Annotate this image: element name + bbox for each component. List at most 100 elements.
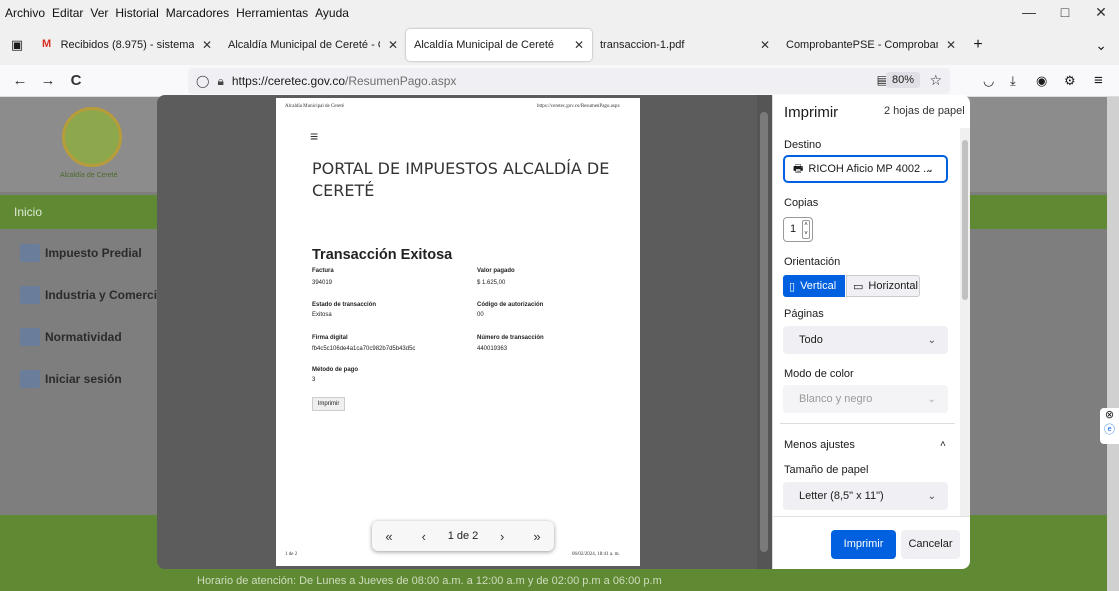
- menu-marcadores[interactable]: Marcadores: [166, 6, 229, 20]
- tab-overview-icon[interactable]: ▣: [0, 37, 34, 53]
- side-item-label: Impuesto Predial: [45, 246, 142, 260]
- pages-select[interactable]: Todo ⌄: [783, 326, 948, 354]
- tab-label: ComprobantePSE - Comprobante_F: [786, 39, 938, 51]
- close-tab-icon[interactable]: ✕: [946, 38, 956, 52]
- house-icon: [20, 244, 40, 262]
- preview-portal-title: PORTAL DE IMPUESTOS ALCALDÍA DE CERETÉ: [312, 159, 610, 200]
- destination-select[interactable]: 🖶︎ RICOH Aficio MP 4002 ... ⌄: [783, 155, 948, 183]
- extensions-icon[interactable]: ⚙: [1064, 73, 1076, 89]
- field-value: 394019: [312, 280, 333, 286]
- copies-input[interactable]: 1 ˄ ˅: [783, 217, 813, 242]
- chevron-down-icon: ⌄: [927, 334, 936, 346]
- store-icon: [20, 286, 40, 304]
- color-mode-value: Blanco y negro: [799, 393, 873, 405]
- field-label: Número de transacción: [477, 335, 544, 341]
- chevron-down-icon: ⌄: [927, 393, 936, 405]
- menu-historial[interactable]: Historial: [115, 6, 158, 20]
- field-value: Exitosa: [312, 312, 332, 318]
- close-tab-icon[interactable]: ✕: [760, 38, 770, 52]
- new-tab-button[interactable]: +: [964, 36, 992, 54]
- tab-alcaldia-cam[interactable]: Alcaldía Municipal de Cereté - Cam ✕: [220, 29, 406, 61]
- shield-icon[interactable]: ◯: [196, 74, 209, 88]
- edge-circle-icon[interactable]: ⓔ: [1100, 421, 1119, 437]
- orientacion-label: Orientación: [784, 256, 841, 268]
- side-item-label: Industria y Comercio ▾: [45, 288, 174, 302]
- bookmark-star-icon[interactable]: ☆: [929, 72, 942, 89]
- first-page-button[interactable]: «: [378, 529, 400, 544]
- paper-size-value: Letter (8,5" x 11"): [799, 490, 884, 502]
- menu-ver[interactable]: Ver: [90, 6, 108, 20]
- last-page-button[interactable]: »: [526, 529, 548, 544]
- reload-button[interactable]: C: [62, 72, 90, 89]
- url-host: https://ceretec.gov.co: [231, 74, 345, 88]
- tab-gmail[interactable]: M Recibidos (8.975) - sistemas@c ✕: [34, 29, 220, 61]
- url-bar[interactable]: ◯ 🔒︎ https://ceretec.gov.co /ResumenPago…: [188, 68, 950, 94]
- print-dialog-title: Imprimir: [784, 104, 839, 121]
- preview-footer-left: 1 de 2: [285, 552, 298, 557]
- lock-icon[interactable]: 🔒︎: [217, 74, 223, 89]
- maximize-button[interactable]: □: [1047, 0, 1083, 25]
- close-circle-icon[interactable]: ⊗: [1100, 408, 1119, 421]
- menu-archivo[interactable]: Archivo: [5, 6, 45, 20]
- tab-alcaldia-active[interactable]: Alcaldía Municipal de Cereté ✕: [406, 29, 592, 61]
- minimize-button[interactable]: —: [1011, 0, 1047, 25]
- back-button[interactable]: ←: [6, 72, 34, 89]
- orientation-horizontal[interactable]: ▭ Horizontal: [846, 275, 920, 297]
- orientation-vertical-label: Vertical: [800, 280, 837, 292]
- orientation-vertical[interactable]: ▯ Vertical: [783, 275, 845, 297]
- close-tab-icon[interactable]: ✕: [574, 38, 584, 52]
- field-value: 00: [477, 312, 484, 318]
- tab-comprobante[interactable]: ComprobantePSE - Comprobante_F ✕: [778, 29, 964, 61]
- field-value: 3: [312, 377, 316, 383]
- menu-herramientas[interactable]: Herramientas: [236, 6, 308, 20]
- destino-label: Destino: [784, 139, 822, 151]
- site-menu-inicio[interactable]: Inicio: [14, 205, 42, 219]
- page-scrollbar[interactable]: [1107, 97, 1119, 591]
- field-label: Método de pago: [312, 367, 358, 373]
- side-item-industria[interactable]: Industria y Comercio ▾: [20, 286, 174, 304]
- print-button[interactable]: Imprimir: [831, 530, 896, 559]
- color-mode-select[interactable]: Blanco y negro ⌄: [783, 385, 948, 413]
- side-item-label: Iniciar sesión: [45, 372, 122, 386]
- sheet-count: 2 hojas de papel: [884, 105, 965, 117]
- app-menu-icon[interactable]: ≡: [1094, 72, 1103, 89]
- menu-ayuda[interactable]: Ayuda: [315, 6, 349, 20]
- url-path: /ResumenPago.aspx: [345, 74, 457, 88]
- field-label: Valor pagado: [477, 268, 515, 274]
- less-settings-toggle[interactable]: Menos ajustes: [784, 439, 855, 451]
- list-tabs-button[interactable]: ⌄: [1095, 37, 1107, 54]
- copies-stepper[interactable]: ˄ ˅: [802, 220, 810, 239]
- close-tab-icon[interactable]: ✕: [202, 38, 212, 52]
- pocket-icon[interactable]: ◡: [983, 73, 994, 89]
- close-window-button[interactable]: ✕: [1083, 0, 1119, 25]
- tab-bar: ▣ M Recibidos (8.975) - sistemas@c ✕ Alc…: [0, 25, 1119, 65]
- chevron-down-icon: ⌄: [927, 490, 936, 502]
- gmail-icon: M: [42, 38, 52, 50]
- login-icon: [20, 370, 40, 388]
- extension-side-icons[interactable]: ⊗ ⓔ: [1100, 408, 1119, 444]
- next-page-button[interactable]: ›: [491, 529, 513, 544]
- copias-label: Copias: [784, 197, 819, 209]
- chevron-up-icon[interactable]: ˄: [940, 439, 946, 450]
- settings-footer-divider: [772, 516, 970, 517]
- downloads-icon[interactable]: ⤓: [1010, 73, 1016, 89]
- cancel-button[interactable]: Cancelar: [901, 530, 960, 559]
- navigation-bar: ← → C ◯ 🔒︎ https://ceretec.gov.co /Resum…: [0, 65, 1119, 97]
- zoom-level[interactable]: 80%: [885, 72, 920, 88]
- forward-button[interactable]: →: [34, 72, 62, 89]
- tab-transaccion-pdf[interactable]: transaccion-1.pdf ✕: [592, 29, 778, 61]
- menu-editar[interactable]: Editar: [52, 6, 83, 20]
- document-icon: [20, 328, 40, 346]
- account-icon[interactable]: ◉: [1036, 73, 1047, 89]
- side-item-normatividad[interactable]: Normatividad: [20, 328, 122, 346]
- chevron-down-icon: ⌄: [925, 163, 934, 175]
- preview-scroll-thumb[interactable]: [760, 112, 768, 552]
- paper-size-select[interactable]: Letter (8,5" x 11") ⌄: [783, 482, 948, 510]
- side-item-login[interactable]: Iniciar sesión: [20, 370, 122, 388]
- close-tab-icon[interactable]: ✕: [388, 38, 398, 52]
- destination-value: RICOH Aficio MP 4002 ...: [808, 163, 933, 175]
- side-item-predial[interactable]: Impuesto Predial: [20, 244, 142, 262]
- prev-page-button[interactable]: ‹: [413, 529, 435, 544]
- settings-scroll-thumb[interactable]: [962, 140, 968, 300]
- orientation-horizontal-label: Horizontal: [868, 280, 918, 292]
